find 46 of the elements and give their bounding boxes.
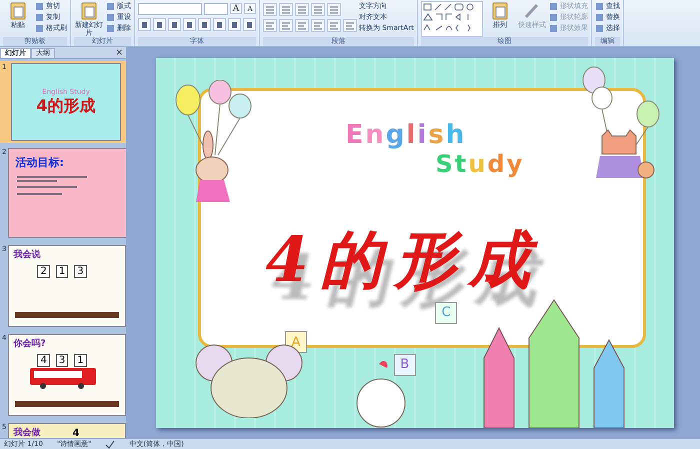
thumbnail-title: 活动目标: — [15, 155, 64, 170]
letter-block: B — [394, 354, 416, 376]
number-card: 2 — [37, 265, 50, 278]
number-card: 3 — [74, 265, 87, 278]
grow-font-button[interactable]: A — [230, 3, 242, 14]
align-icon[interactable] — [327, 19, 341, 32]
thumbnail-title: 我会做 — [13, 426, 40, 438]
list-icon[interactable] — [311, 3, 325, 16]
align-icon[interactable] — [279, 19, 293, 32]
font-name-field[interactable] — [138, 3, 202, 15]
thumbnail-title: 我会说 — [13, 248, 40, 261]
number-card: 1 — [74, 354, 87, 367]
list-icon[interactable] — [327, 3, 341, 16]
english-word: E ng l is h — [346, 120, 468, 150]
letter-block: C — [435, 302, 458, 324]
format-icon[interactable] — [228, 18, 241, 31]
slide-thumbnail[interactable]: 活动目标: — [8, 148, 126, 238]
slide-thumbnail[interactable]: 你会吗? 4 3 1 — [8, 334, 126, 416]
format-icon[interactable] — [213, 18, 226, 31]
align-icon[interactable] — [295, 19, 309, 32]
slide-thumbnail[interactable]: 我会说 2 1 3 — [8, 245, 126, 327]
list-icon[interactable] — [295, 3, 309, 16]
format-icon[interactable] — [168, 18, 181, 31]
number-card: 3 — [56, 354, 68, 367]
close-button[interactable]: × — [115, 48, 126, 58]
spellcheck-icon — [105, 440, 116, 448]
format-icon[interactable] — [243, 18, 256, 31]
slide-title: 4的形成 — [266, 222, 543, 298]
number-card: 4 — [37, 354, 50, 367]
study-word: Stu dy — [436, 150, 524, 178]
align-icon[interactable] — [263, 19, 277, 32]
number-label: 4 — [71, 428, 80, 438]
slide-thumbnail[interactable]: 我会做 4 — [8, 423, 126, 438]
format-icon[interactable] — [183, 18, 196, 31]
thumbnail-title: 4的形成 — [36, 96, 96, 116]
thumbnail-title: 你会吗? — [13, 338, 46, 350]
format-icon[interactable] — [198, 18, 211, 31]
shapes-gallery[interactable] — [420, 1, 483, 37]
format-icon[interactable] — [153, 18, 166, 31]
format-icon[interactable] — [138, 18, 151, 31]
list-icon[interactable] — [279, 3, 293, 16]
align-icon[interactable] — [311, 19, 325, 32]
font-size-field[interactable] — [204, 3, 228, 15]
number-card: 1 — [56, 265, 68, 278]
align-icon[interactable] — [343, 19, 357, 32]
list-icon[interactable] — [263, 3, 277, 16]
